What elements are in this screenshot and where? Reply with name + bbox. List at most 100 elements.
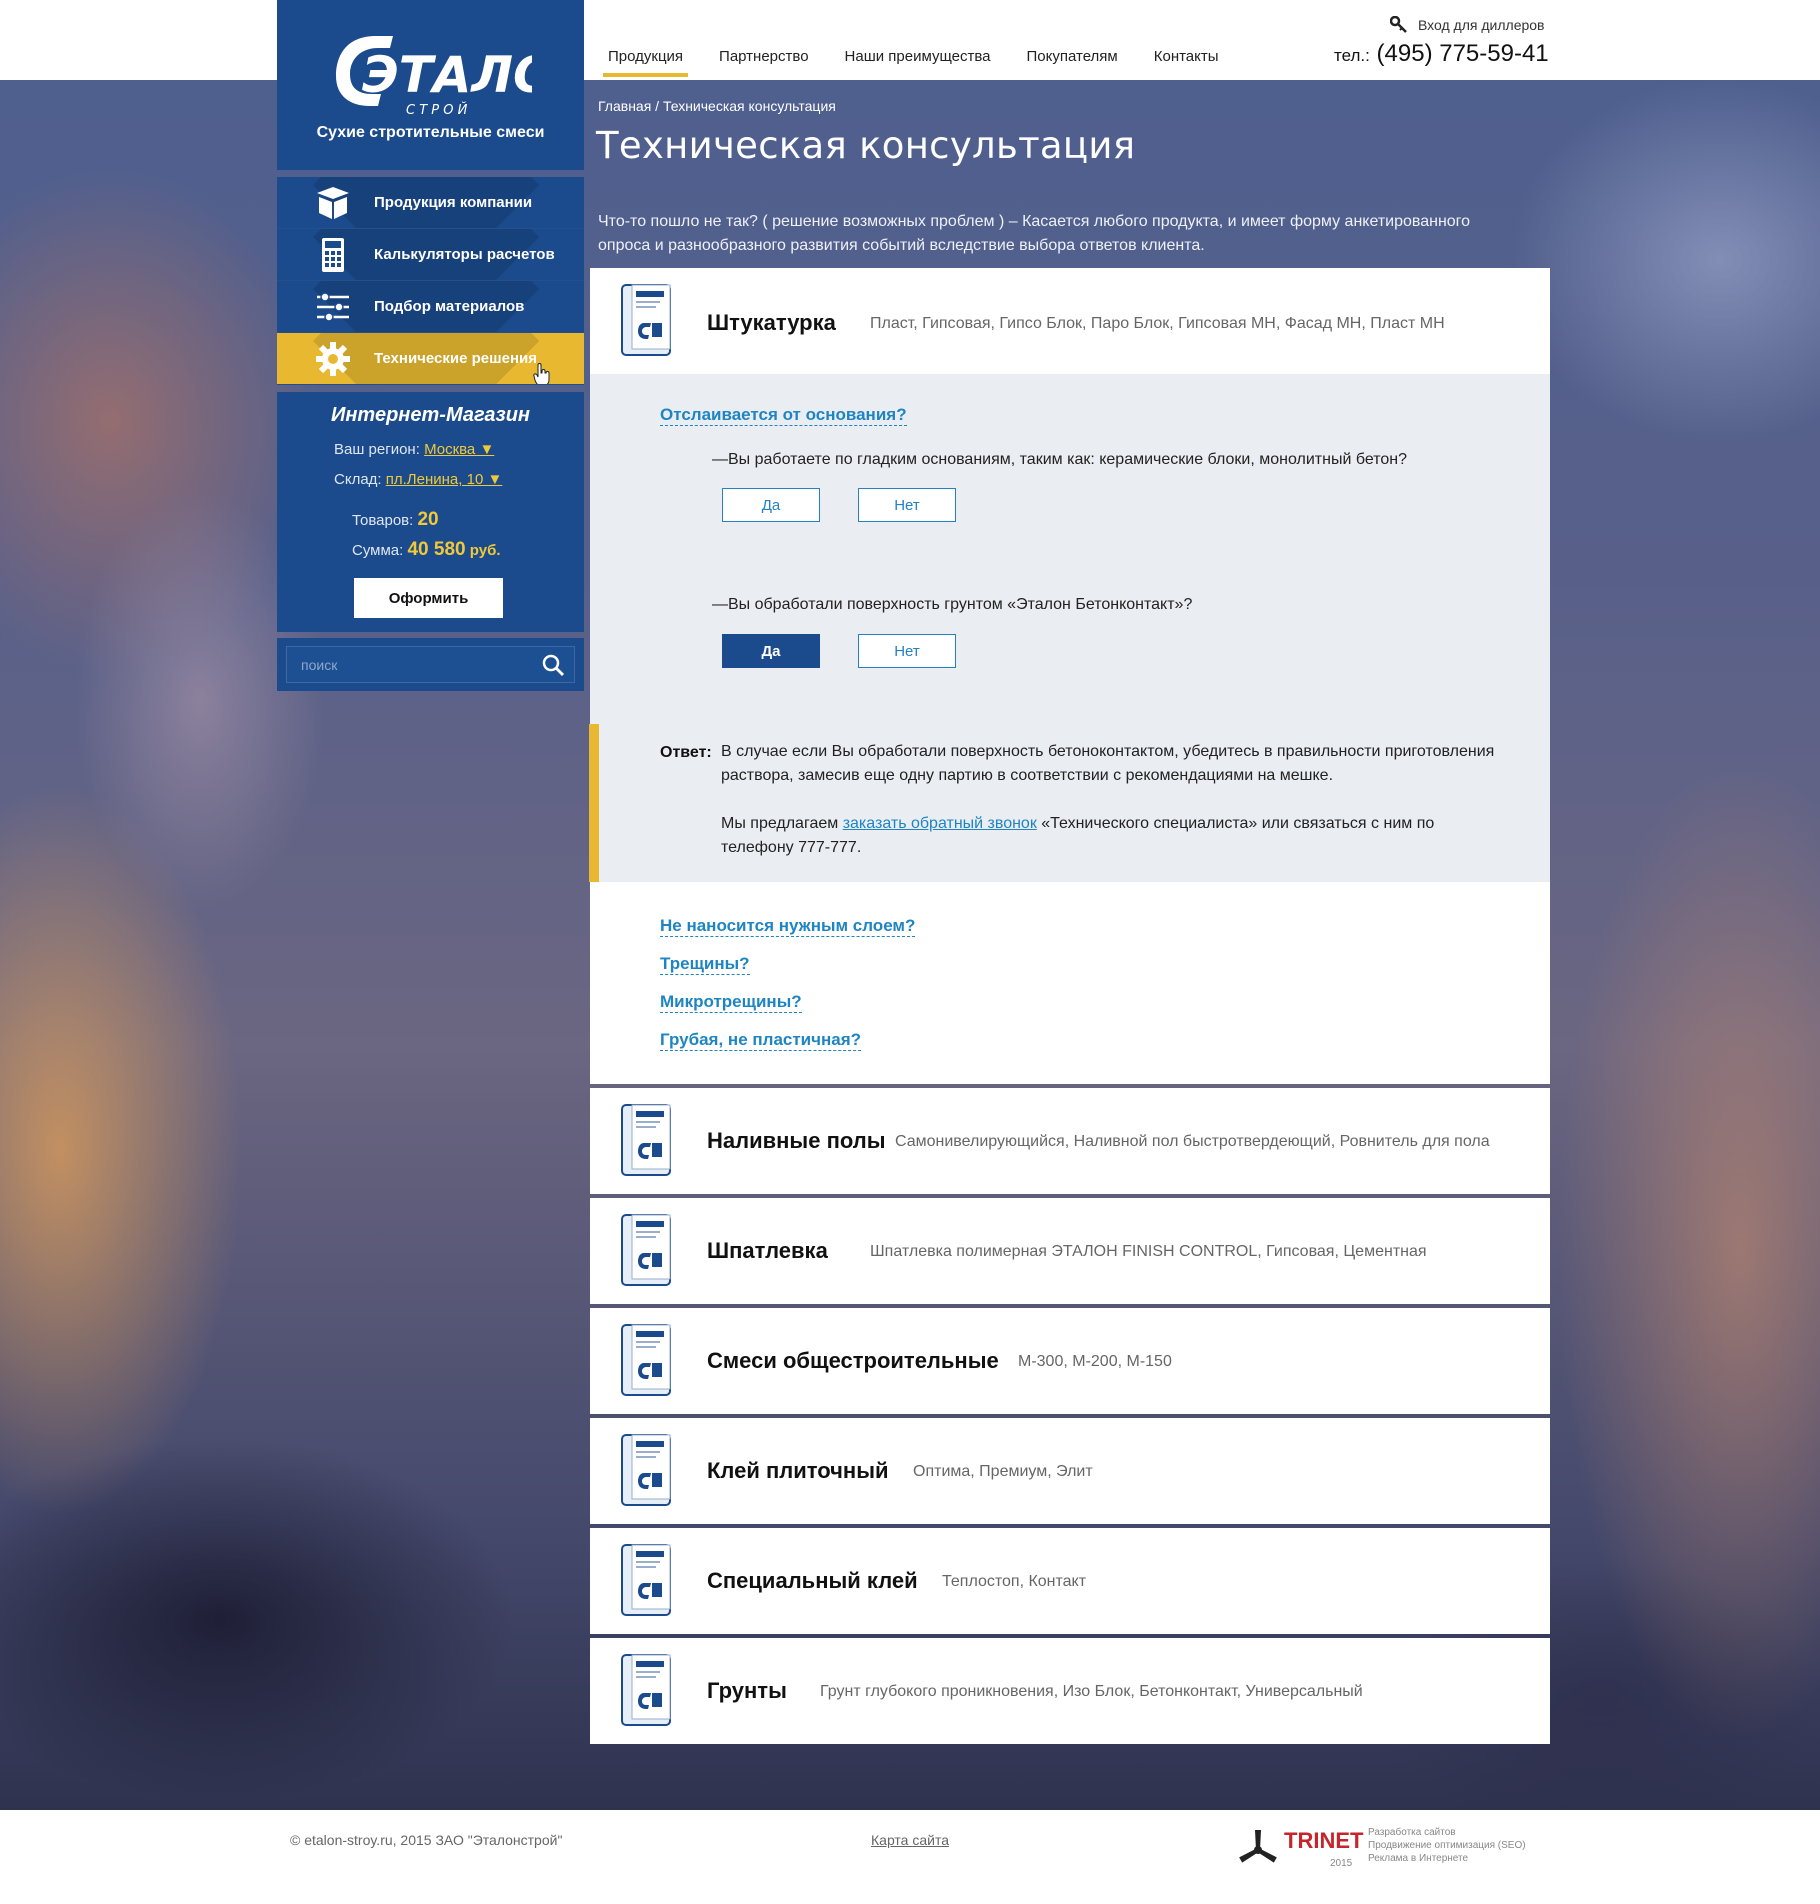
product-name: Штукатурка [707,310,836,335]
intro-line: Что-то пошло не так? ( решение возможных… [598,213,1471,230]
nav-customers[interactable]: Покупателям [1022,40,1123,77]
answer-accent-bar [589,724,599,882]
sum-currency: руб. [469,542,501,559]
sidebar-menu: Продукция компании Калькуляторы расчетов… [277,177,584,385]
nav-partnership[interactable]: Партнерство [714,40,814,77]
developer-credit[interactable]: TRINET 2015 Разработка сайтов Продвижени… [1236,1826,1526,1870]
intro-text: Что-то пошло не так? ( решение возможных… [598,210,1498,258]
shop-title: Интернет-Магазин [330,404,531,426]
bag-icon [621,1214,671,1286]
answer-no-button[interactable]: Нет [858,634,956,668]
breadcrumb[interactable]: Главная / Техническая консультация [598,98,836,114]
product-row[interactable]: Грунты Грунт глубокого проникновения, Изо… [590,1638,1550,1744]
trinet-logo-icon [1239,1830,1277,1863]
sidebar-item-products[interactable]: Продукция компании [277,177,584,229]
question-link[interactable]: Трещины? [660,954,750,975]
phone-value: (495) 775-59-41 [1376,40,1549,67]
question-link[interactable]: Грубая, не пластичная? [660,1030,862,1051]
question-link[interactable]: Отслаивается от основания? [660,405,907,426]
dealer-login-link[interactable]: Вход для диллеров [1390,16,1545,34]
answer-text: В случае если Вы обработали поверхность … [721,740,1521,788]
key-icon [1390,16,1407,33]
intro-line: опроса и разнообразного развития событий… [598,237,1205,254]
checkout-button[interactable]: Оформить [354,578,503,618]
product-row[interactable]: Клей плиточный Оптима, Премиум, Элит [590,1418,1550,1524]
callback-link[interactable]: заказать обратный звонок [843,815,1037,832]
product-row[interactable]: Специальный клей Теплостоп, Контакт [590,1528,1550,1634]
items-label: Товаров: [352,512,414,529]
bag-icon [621,1654,671,1726]
search-icon[interactable] [540,652,566,678]
sidebar-item-label: Калькуляторы расчетов [374,246,555,263]
product-desc: Оптима, Премиум, Элит [913,1463,1093,1480]
question-link[interactable]: Не наносится нужным слоем? [660,916,916,937]
items-count: 20 [417,509,439,530]
offer-text: Мы предлагаем заказать обратный звонок «… [721,812,1521,860]
product-desc: Грунт глубокого проникновения, Изо Блок,… [820,1683,1363,1700]
qa-section: Отслаивается от основания? —Вы работаете… [589,374,1550,882]
trinet-info: Разработка сайтов Продвижение оптимизаци… [1368,1826,1568,1865]
logo-text: ЭТАЛОН [362,46,532,104]
product-row-plaster[interactable]: Штукатурка Пласт, Гипсовая, Гипсо Блок, … [590,268,1550,374]
product-desc: Пласт, Гипсовая, Гипсо Блок, Паро Блок, … [870,315,1445,332]
product-row[interactable]: Шпатлевка Шпатлевка полимерная ЭТАЛОН FIN… [590,1198,1550,1304]
answer-yes-button[interactable]: Да [722,488,820,522]
store-label: Склад: [334,471,382,488]
sum-label: Сумма: [352,542,404,559]
sitemap-link[interactable]: Карта сайта [871,1832,949,1848]
nav-products[interactable]: Продукция [603,40,689,77]
answer-yes-button[interactable]: Да [722,634,820,668]
product-desc: Теплостоп, Контакт [942,1573,1087,1590]
bag-icon [621,1434,671,1506]
phone-number: тел.: (495) 775-59-41 [1334,40,1549,68]
bag-icon [621,284,671,356]
more-questions: Не наносится нужным слоем? Трещины? Микр… [590,882,1550,1084]
main-nav: Продукция Партнерство Наши преимущества … [590,40,1237,77]
info-line: Продвижение оптимизация (SEO) [1368,1840,1526,1851]
sidebar-item-label: Подбор материалов [374,298,525,315]
answer-line: раствора, замесив еще одну партию в соот… [721,767,1334,784]
logo-sub: С Т Р О Й [406,102,468,118]
answer-no-button[interactable]: Нет [858,488,956,522]
brand-tagline: Сухие стротительные смеси [316,124,545,141]
hand-cursor-icon [533,363,550,384]
question-text: —Вы работаете по гладким основаниям, так… [712,451,1407,468]
answer-line: В случае если Вы обработали поверхность … [721,743,1495,760]
offer-prefix: Мы предлагаем [721,815,843,832]
sum-row: Сумма: 40 580 руб. [352,539,501,561]
info-line: Реклама в Интернете [1368,1853,1469,1864]
product-name: Грунты [707,1678,787,1703]
region-select[interactable]: Москва ▼ [424,441,494,458]
sidebar-item-calculators[interactable]: Калькуляторы расчетов [277,229,584,281]
bag-icon [621,1104,671,1176]
sliders-icon [317,292,349,322]
logo-icon: ЭТАЛОН С Т Р О Й [336,36,532,118]
sidebar-item-label: Продукция компании [374,194,533,211]
product-name: Смеси общестроительные [707,1348,999,1373]
logo-block[interactable]: ЭТАЛОН С Т Р О Й Сухие стротительные сме… [277,0,584,170]
product-name: Специальный клей [707,1568,918,1593]
store-row: Склад: пл.Ленина, 10 ▼ [334,471,502,488]
product-desc: М-300, М-200, М-150 [1018,1353,1172,1370]
offer-line: Мы предлагаем заказать обратный звонок «… [721,812,1521,836]
sidebar-item-label: Технические решения [374,350,538,367]
sidebar-item-tech-solutions[interactable]: Технические решения [277,333,584,385]
gear-icon [316,342,350,376]
product-row[interactable]: Наливные полы Самонивелирующийся, Наливно… [590,1088,1550,1194]
product-row[interactable]: Смеси общестроительные М-300, М-200, М-15… [590,1308,1550,1414]
page-title: Техническая консультация [596,124,1136,167]
question-link[interactable]: Микротрещины? [660,992,802,1013]
product-name: Наливные полы [707,1128,886,1153]
search-input[interactable] [286,646,575,683]
calculator-icon [322,238,344,272]
items-row: Товаров: 20 [352,509,439,531]
nav-advantages[interactable]: Наши преимущества [840,40,996,77]
copyright: © etalon-stroy.ru, 2015 ЗАО "Эталонстрой… [290,1832,563,1848]
offer-line: телефону 777-777. [721,839,862,856]
sidebar-item-materials[interactable]: Подбор материалов [277,281,584,333]
product-desc: Шпатлевка полимерная ЭТАЛОН FINISH CONTR… [870,1243,1427,1260]
nav-contacts[interactable]: Контакты [1149,40,1224,77]
online-shop-panel: Интернет-Магазин Ваш регион: Москва ▼ Ск… [277,392,584,632]
info-line: Разработка сайтов [1368,1827,1456,1838]
store-select[interactable]: пл.Ленина, 10 ▼ [386,471,503,488]
